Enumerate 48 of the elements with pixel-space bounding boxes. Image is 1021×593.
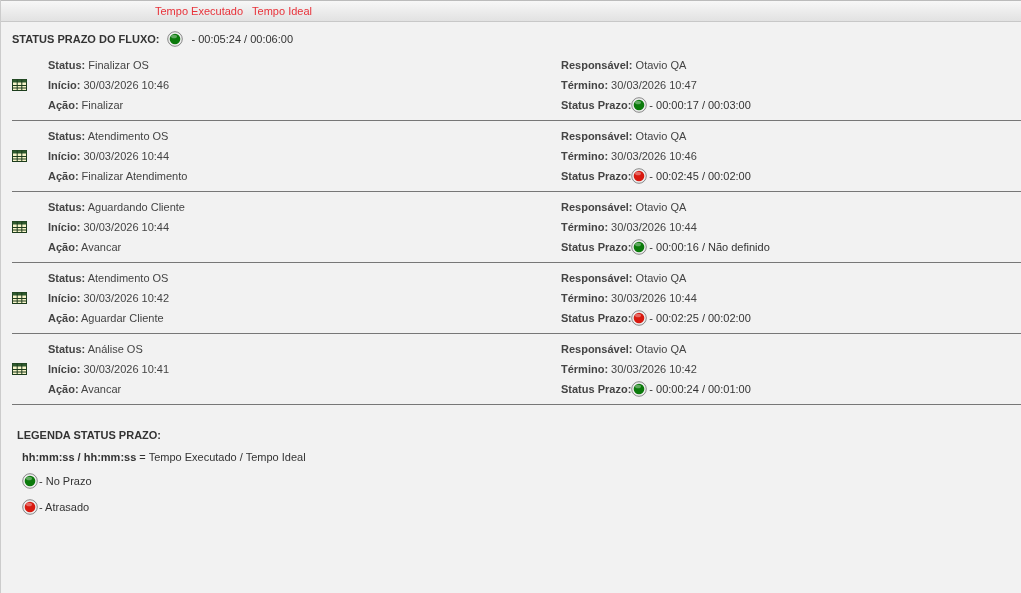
deadline-time: - 00:00:24 / 00:01:00 — [649, 383, 751, 395]
flow-status-label: STATUS PRAZO DO FLUXO: — [12, 33, 160, 45]
end-text: Término: 30/03/2026 10:44 — [561, 291, 697, 305]
action-text: Ação: Avancar — [48, 382, 122, 396]
status-text: Status: Atendimento OS — [48, 271, 169, 285]
deadline-time: - 00:02:25 / 00:02:00 — [649, 312, 751, 324]
table-icon[interactable] — [12, 79, 27, 91]
start-text: Início: 30/03/2026 10:44 — [48, 220, 170, 234]
deadline-label: Status Prazo: — [561, 99, 632, 111]
table-icon[interactable] — [12, 221, 27, 233]
deadline-label: Status Prazo: — [561, 241, 632, 253]
deadline-label: Status Prazo: — [561, 170, 632, 182]
status-text: Status: Atendimento OS — [48, 129, 169, 143]
legend-format: hh:mm:ss / hh:mm:ss = Tempo Executado / Tempo Ideal — [21, 451, 307, 463]
deadline-time: - 00:00:16 / Não definido — [649, 241, 770, 253]
status-text: Status: Análise OS — [48, 342, 143, 356]
end-text: Término: 30/03/2026 10:42 — [561, 362, 697, 376]
deadline-label: Status Prazo: — [561, 312, 632, 324]
responsible-text: Responsável: Otavio QA — [561, 200, 687, 214]
status-text: Status: Finalizar OS — [48, 58, 149, 72]
legend-title: LEGENDA STATUS PRAZO: — [17, 429, 162, 441]
start-text: Início: 30/03/2026 10:46 — [48, 78, 170, 92]
responsible-text: Responsável: Otavio QA — [561, 58, 687, 72]
action-text: Ação: Aguardar Cliente — [48, 311, 164, 325]
legend-label: - Atrasado — [39, 501, 90, 513]
legend-label: - No Prazo — [39, 475, 92, 487]
start-text: Início: 30/03/2026 10:44 — [48, 149, 170, 163]
table-icon[interactable] — [12, 150, 27, 162]
responsible-text: Responsável: Otavio QA — [561, 271, 687, 285]
column-label: Tempo Ideal — [252, 5, 312, 17]
end-text: Término: 30/03/2026 10:47 — [561, 78, 697, 92]
status-text: Status: Aguardando Cliente — [48, 200, 185, 214]
end-text: Término: 30/03/2026 10:46 — [561, 149, 697, 163]
deadline-time: - 00:00:17 / 00:03:00 — [649, 99, 751, 111]
responsible-text: Responsável: Otavio QA — [561, 342, 687, 356]
action-text: Ação: Avancar — [48, 240, 122, 254]
table-icon[interactable] — [12, 292, 27, 304]
action-text: Ação: Finalizar Atendimento — [48, 169, 188, 183]
column-label: Tempo Executado — [155, 5, 244, 17]
flow-status-time: - 00:05:24 / 00:06:00 — [191, 33, 293, 45]
deadline-time: - 00:02:45 / 00:02:00 — [649, 170, 751, 182]
end-text: Término: 30/03/2026 10:44 — [561, 220, 697, 234]
responsible-text: Responsável: Otavio QA — [561, 129, 687, 143]
start-text: Início: 30/03/2026 10:42 — [48, 291, 170, 305]
action-text: Ação: Finalizar — [48, 98, 124, 112]
deadline-label: Status Prazo: — [561, 383, 632, 395]
start-text: Início: 30/03/2026 10:41 — [48, 362, 170, 376]
table-icon[interactable] — [12, 363, 27, 375]
